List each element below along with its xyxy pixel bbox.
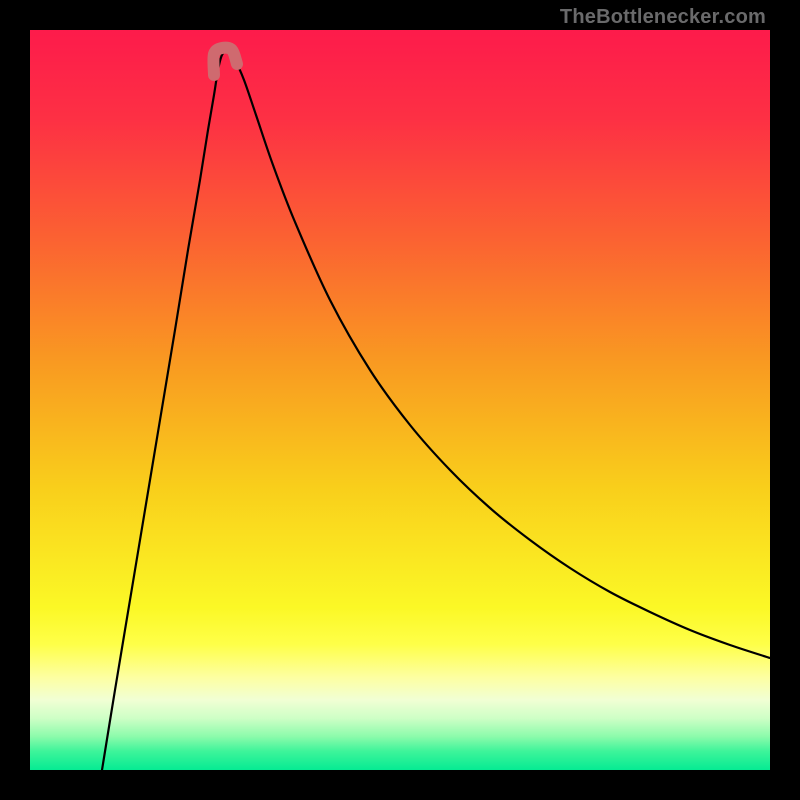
watermark-text: TheBottlenecker.com bbox=[560, 6, 766, 29]
bottleneck-curve bbox=[102, 50, 770, 770]
chart-frame: TheBottlenecker.com bbox=[0, 0, 800, 800]
plot-area bbox=[30, 30, 770, 770]
optimal-hook-marker bbox=[213, 48, 237, 75]
curve-layer bbox=[30, 30, 770, 770]
